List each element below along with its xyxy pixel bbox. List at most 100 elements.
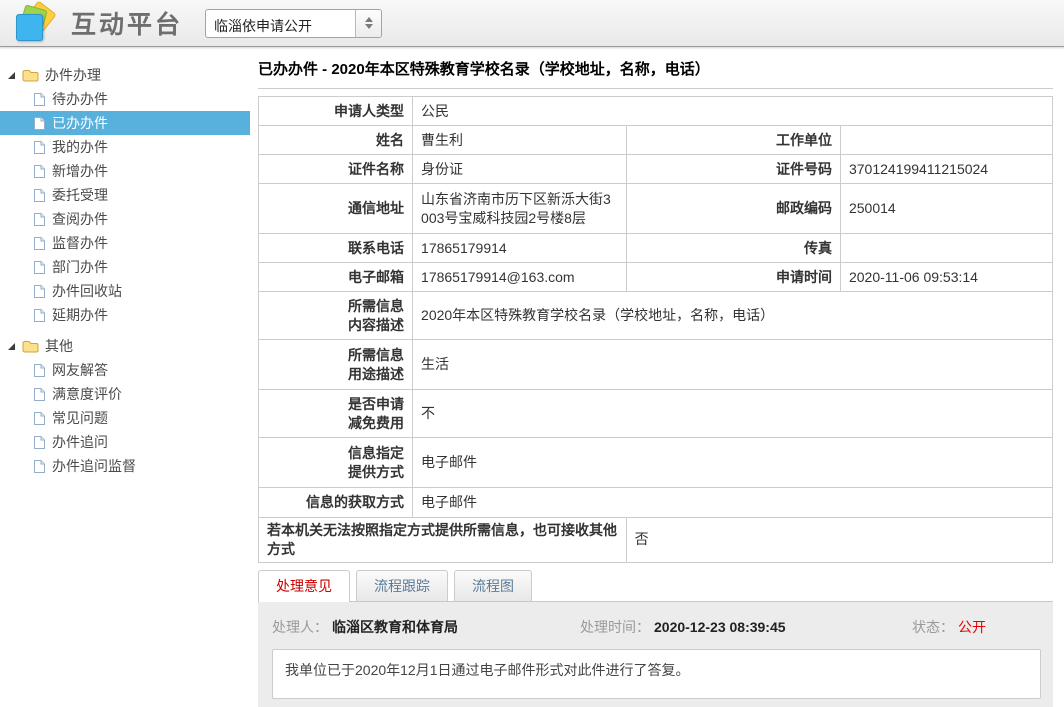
sidebar-item-department-items[interactable]: 部门办件	[0, 255, 250, 279]
sidebar-item-supervise-items[interactable]: 监督办件	[0, 231, 250, 255]
cert-number-value: 370124199411215024	[840, 155, 1052, 184]
table-row: 所需信息 内容描述 2020年本区特殊教育学校名录（学校地址，名称，电话）	[259, 292, 1053, 340]
sidebar-item-follow-up-supervision[interactable]: 办件追问监督	[0, 454, 250, 478]
document-icon	[33, 387, 46, 402]
document-icon	[33, 459, 46, 474]
spinner-arrows-icon[interactable]	[355, 10, 381, 37]
sidebar-item-label: 网友解答	[52, 360, 108, 380]
region-select-value: 临淄依申请公开	[206, 10, 355, 37]
document-icon	[33, 140, 46, 155]
document-icon	[33, 260, 46, 275]
status-label: 状态：	[912, 617, 954, 637]
folder-icon	[22, 69, 39, 82]
phone-value: 17865179914	[413, 234, 627, 263]
tab-handling-opinion[interactable]: 处理意见	[258, 570, 350, 602]
sidebar-item-label: 部门办件	[52, 257, 108, 277]
sidebar-item-label: 常见问题	[52, 408, 108, 428]
name-label: 姓名	[259, 126, 413, 155]
work-unit-value	[840, 126, 1052, 155]
sidebar-item-extension-items[interactable]: 延期办件	[0, 303, 250, 327]
sidebar-item-label: 新增办件	[52, 161, 108, 181]
sidebar-folder-other[interactable]: 其他	[0, 334, 250, 358]
tree-expander-icon[interactable]	[8, 72, 15, 79]
postcode-label: 邮政编码	[626, 184, 840, 234]
address-value: 山东省济南市历下区新泺大街3003号宝威科技园2号楼8层	[413, 184, 627, 234]
provide-method-label: 信息指定 提供方式	[259, 438, 413, 488]
obtain-method-value: 电子邮件	[413, 488, 1053, 518]
alt-method-label: 若本机关无法按照指定方式提供所需信息，也可接收其他方式	[259, 518, 627, 563]
table-row: 通信地址 山东省济南市历下区新泺大街3003号宝威科技园2号楼8层 邮政编码 2…	[259, 184, 1053, 234]
fee-waiver-label: 是否申请 减免费用	[259, 390, 413, 438]
phone-label: 联系电话	[259, 234, 413, 263]
table-row: 信息指定 提供方式 电子邮件	[259, 438, 1053, 488]
apply-time-value: 2020-11-06 09:53:14	[840, 263, 1052, 292]
work-unit-label: 工作单位	[626, 126, 840, 155]
info-content-value: 2020年本区特殊教育学校名录（学校地址，名称，电话）	[413, 292, 1053, 340]
sidebar-item-recycle-bin[interactable]: 办件回收站	[0, 279, 250, 303]
fax-label: 传真	[626, 234, 840, 263]
table-row: 是否申请 减免费用 不	[259, 390, 1053, 438]
email-value: 17865179914@163.com	[413, 263, 627, 292]
handling-time-value: 2020-12-23 08:39:45	[654, 619, 786, 635]
app-logo-icon	[13, 3, 61, 45]
sidebar-item-my-items[interactable]: 我的办件	[0, 135, 250, 159]
table-row: 所需信息 用途描述 生活	[259, 340, 1053, 390]
sidebar-item-label: 延期办件	[52, 305, 108, 325]
sidebar-folder-label: 办件办理	[45, 65, 101, 85]
sidebar-tree: 办件办理 待办办件 已办办件 我的办件 新增办件 委托受理 查阅办件 监督办件 …	[0, 48, 250, 672]
alt-method-value: 否	[626, 518, 1052, 563]
sidebar-item-label: 办件追问	[52, 432, 108, 452]
fax-value	[840, 234, 1052, 263]
document-icon	[33, 435, 46, 450]
sidebar-item-follow-up-question[interactable]: 办件追问	[0, 430, 250, 454]
tab-bar: 处理意见 流程跟踪 流程图	[258, 570, 1053, 602]
sidebar-item-faq[interactable]: 常见问题	[0, 406, 250, 430]
handler-value: 临淄区教育和体育局	[332, 617, 458, 637]
sidebar-item-label: 监督办件	[52, 233, 108, 253]
tab-process-tracking[interactable]: 流程跟踪	[356, 570, 448, 601]
cert-number-label: 证件号码	[626, 155, 840, 184]
sidebar-item-view-items[interactable]: 查阅办件	[0, 207, 250, 231]
document-icon	[33, 411, 46, 426]
sidebar-folder-banjian[interactable]: 办件办理	[0, 63, 250, 87]
sidebar-item-satisfaction-evaluation[interactable]: 满意度评价	[0, 382, 250, 406]
sidebar-item-entrusted-acceptance[interactable]: 委托受理	[0, 183, 250, 207]
sidebar-item-new-item[interactable]: 新增办件	[0, 159, 250, 183]
table-row: 信息的获取方式 电子邮件	[259, 488, 1053, 518]
apply-time-label: 申请时间	[626, 263, 840, 292]
table-row: 证件名称 身份证 证件号码 370124199411215024	[259, 155, 1053, 184]
sidebar-item-netizen-answers[interactable]: 网友解答	[0, 358, 250, 382]
document-icon	[33, 188, 46, 203]
tree-expander-icon[interactable]	[8, 343, 15, 350]
document-icon	[33, 92, 46, 107]
name-value: 曹生利	[413, 126, 627, 155]
table-row: 联系电话 17865179914 传真	[259, 234, 1053, 263]
sidebar-item-completed-items[interactable]: 已办办件	[0, 111, 250, 135]
status-badge: 公开	[958, 617, 986, 637]
document-icon	[33, 164, 46, 179]
email-label: 电子邮箱	[259, 263, 413, 292]
sidebar-item-pending-items[interactable]: 待办办件	[0, 87, 250, 111]
info-usage-label: 所需信息 用途描述	[259, 340, 413, 390]
document-icon	[33, 236, 46, 251]
sidebar-item-label: 委托受理	[52, 185, 108, 205]
table-row: 姓名 曹生利 工作单位	[259, 126, 1053, 155]
region-select[interactable]: 临淄依申请公开	[205, 9, 382, 38]
sidebar-item-label: 待办办件	[52, 89, 108, 109]
sidebar-item-label: 满意度评价	[52, 384, 122, 404]
table-row: 申请人类型 公民	[259, 97, 1053, 126]
main-panel: 已办办件 - 2020年本区特殊教育学校名录（学校地址，名称，电话） 申请人类型…	[250, 48, 1064, 672]
document-icon	[33, 116, 46, 131]
sidebar-item-label: 查阅办件	[52, 209, 108, 229]
handling-opinion-panel: 处理人： 临淄区教育和体育局 处理时间： 2020-12-23 08:39:45…	[258, 602, 1053, 707]
tab-flow-chart[interactable]: 流程图	[454, 570, 532, 601]
fee-waiver-value: 不	[413, 390, 1053, 438]
obtain-method-label: 信息的获取方式	[259, 488, 413, 518]
app-title: 互动平台	[71, 5, 183, 41]
applicant-type-value: 公民	[413, 97, 1053, 126]
sidebar-item-label: 办件回收站	[52, 281, 122, 301]
info-content-label: 所需信息 内容描述	[259, 292, 413, 340]
sidebar-item-label: 我的办件	[52, 137, 108, 157]
sidebar-item-label: 办件追问监督	[52, 456, 136, 476]
application-detail-table: 申请人类型 公民 姓名 曹生利 工作单位 证件名称 身份证 证件号码 37012…	[258, 96, 1053, 563]
